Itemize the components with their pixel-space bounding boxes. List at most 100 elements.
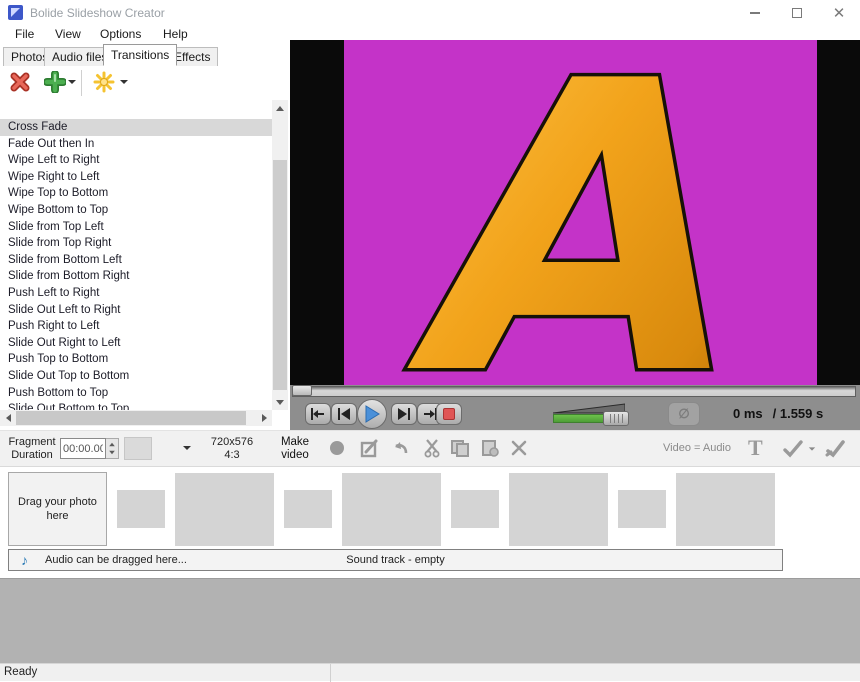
menu-options[interactable]: Options	[100, 27, 141, 41]
seek-thumb[interactable]	[292, 385, 312, 396]
title-bar: Bolide Slideshow Creator ✕	[0, 0, 860, 26]
transition-item[interactable]: Slide from Bottom Left	[0, 252, 272, 269]
photo-track: Drag your photo here	[8, 472, 775, 546]
timeline-region: Drag your photo here ♪ Audio can be drag…	[0, 467, 860, 578]
horizontal-scroll-thumb[interactable]	[16, 411, 246, 425]
horizontal-scrollbar[interactable]	[0, 410, 272, 426]
time-display: 0 ms/ 1.559 s	[733, 406, 833, 421]
vertical-scroll-thumb[interactable]	[273, 160, 287, 390]
video-audio-sync-label[interactable]: Video = Audio	[663, 442, 731, 454]
transition-item[interactable]: Slide Out Left to Right	[0, 302, 272, 319]
seek-track[interactable]	[292, 386, 856, 397]
add-transition-dropdown[interactable]	[68, 80, 76, 84]
transition-item[interactable]: Wipe Bottom to Top	[0, 202, 272, 219]
spinner-down-icon	[109, 451, 115, 455]
handle-ridge	[618, 414, 619, 423]
transition-item[interactable]: Push Right to Left	[0, 318, 272, 335]
transition-item[interactable]: Fade Out then In	[0, 136, 272, 153]
copy-button[interactable]	[450, 439, 471, 458]
checkmark-dropdown[interactable]	[809, 447, 815, 450]
handle-ridge	[622, 414, 623, 423]
delete-transition-button[interactable]	[10, 72, 30, 92]
edit-button[interactable]	[360, 439, 379, 458]
random-effect-dropdown[interactable]	[120, 80, 128, 84]
menu-view[interactable]: View	[55, 27, 81, 41]
apply-duration-button[interactable]	[124, 437, 152, 460]
scroll-right-icon	[262, 414, 267, 422]
scroll-right-button[interactable]	[256, 410, 272, 426]
handle-ridge	[614, 414, 615, 423]
tab-transitions[interactable]: Transitions	[103, 44, 177, 66]
undo-button[interactable]	[392, 440, 410, 456]
duration-spinner[interactable]	[106, 438, 119, 459]
maximize-button[interactable]	[776, 0, 818, 26]
menu-file[interactable]: File	[15, 27, 34, 41]
percent-icon: ∅	[678, 406, 689, 422]
tab-bar: PhotosAudio filesTransitionsEffects	[0, 44, 290, 66]
transitions-toolbar	[0, 66, 290, 100]
photo-drop-zone[interactable]: Drag your photo here	[8, 472, 107, 546]
minimize-icon	[750, 12, 760, 14]
toolbar-separator	[81, 70, 82, 96]
previous-frame-icon	[335, 407, 353, 421]
transition-item[interactable]: Slide from Top Left	[0, 219, 272, 236]
slide-background: A	[344, 40, 817, 385]
scroll-down-icon	[276, 400, 284, 405]
scroll-left-button[interactable]	[0, 410, 16, 426]
scroll-up-icon	[276, 106, 284, 111]
play-button[interactable]	[357, 399, 387, 429]
resolution-display[interactable]: 720x576 4:3	[203, 436, 261, 462]
make-video-button[interactable]: Make video	[272, 436, 318, 462]
transition-item[interactable]: Slide Out Right to Left	[0, 335, 272, 352]
checkmark-tool-button[interactable]	[782, 440, 804, 458]
transition-item[interactable]: Slide from Top Right	[0, 235, 272, 252]
close-icon: ✕	[833, 6, 846, 21]
text-tool-button[interactable]: T	[748, 435, 763, 461]
transition-item[interactable]: Push Top to Bottom	[0, 351, 272, 368]
cut-button[interactable]	[424, 439, 441, 458]
vertical-scrollbar[interactable]	[272, 100, 288, 410]
transition-item[interactable]: Wipe Left to Right	[0, 152, 272, 169]
transition-item[interactable]: Wipe Right to Left	[0, 169, 272, 186]
spinner-up-icon	[109, 443, 115, 447]
audio-track[interactable]: ♪ Audio can be dragged here... Sound tra…	[8, 549, 783, 571]
stop-button[interactable]	[436, 403, 462, 425]
minimize-button[interactable]	[734, 0, 776, 26]
duration-dropdown[interactable]	[183, 446, 191, 450]
slide-letter-graphic: A	[344, 40, 817, 385]
transition-item[interactable]: Cross Fade	[0, 119, 272, 136]
scroll-left-icon	[6, 414, 11, 422]
transition-item[interactable]: Slide Out Bottom to Top	[0, 401, 272, 410]
paste-button[interactable]	[480, 439, 501, 458]
aspect-scale-button[interactable]: ∅	[668, 402, 700, 426]
close-button[interactable]: ✕	[818, 0, 860, 26]
transitions-rows: Cross FadeFade Out then InWipe Left to R…	[0, 119, 272, 410]
transition-item[interactable]: Push Bottom to Top	[0, 385, 272, 402]
random-effect-button[interactable]	[93, 71, 115, 93]
transition-item[interactable]: Wipe Top to Bottom	[0, 185, 272, 202]
transitions-list: Cross FadeFade Out then InWipe Left to R…	[0, 100, 272, 410]
scroll-down-button[interactable]	[272, 394, 288, 410]
transition-item[interactable]: Slide Out Top to Bottom	[0, 368, 272, 385]
status-divider	[330, 664, 331, 682]
previous-frame-button[interactable]	[331, 403, 357, 425]
video-preview: A	[290, 40, 860, 385]
go-to-start-button[interactable]	[305, 403, 331, 425]
record-icon	[330, 441, 344, 455]
menu-help[interactable]: Help	[163, 27, 188, 41]
scroll-up-button[interactable]	[272, 100, 288, 116]
volume-slider-handle[interactable]	[603, 411, 629, 426]
handle-ridge	[610, 414, 611, 423]
remove-fragment-button[interactable]	[510, 439, 528, 457]
brush-tool-button[interactable]	[824, 439, 846, 458]
next-frame-button[interactable]	[391, 403, 417, 425]
seek-row	[290, 385, 860, 398]
transition-item[interactable]: Slide from Bottom Right	[0, 268, 272, 285]
bottom-panel	[0, 578, 860, 663]
transition-item[interactable]: Push Left to Right	[0, 285, 272, 302]
go-to-start-icon	[309, 407, 327, 421]
fragment-duration-input[interactable]	[60, 438, 106, 459]
record-button[interactable]	[330, 439, 344, 455]
stop-icon	[443, 408, 455, 420]
add-transition-button[interactable]	[44, 71, 66, 93]
